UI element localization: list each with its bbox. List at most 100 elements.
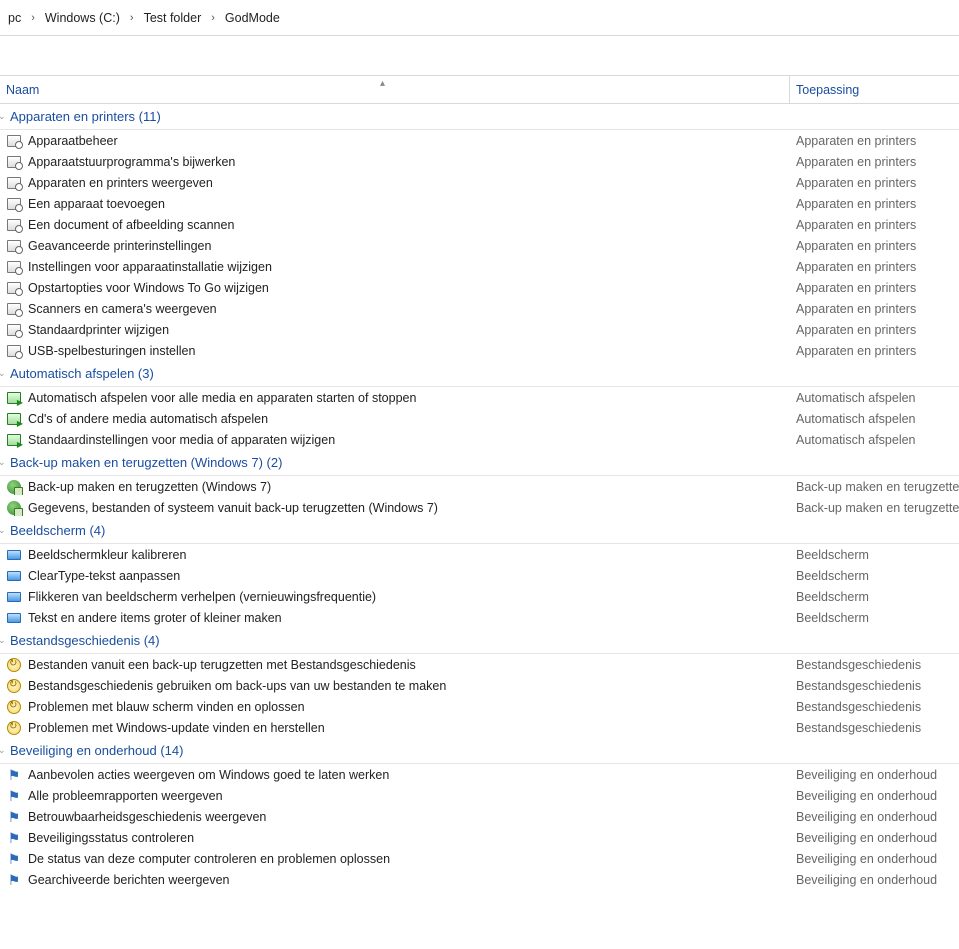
list-item[interactable]: Problemen met blauw scherm vinden en opl… bbox=[0, 696, 959, 717]
list-item[interactable]: Standaardinstellingen voor media of appa… bbox=[0, 429, 959, 450]
breadcrumb-item[interactable]: GodMode bbox=[221, 9, 284, 27]
app-cell: Apparaten en printers bbox=[790, 344, 959, 358]
list-item[interactable]: Cd's of andere media automatisch afspele… bbox=[0, 408, 959, 429]
group-header[interactable]: ⌄Automatisch afspelen (3) bbox=[0, 361, 959, 387]
group-header[interactable]: ⌄Apparaten en printers (11) bbox=[0, 104, 959, 130]
name-cell: Bestanden vanuit een back-up terugzetten… bbox=[0, 657, 790, 673]
list-item[interactable]: Back-up maken en terugzetten (Windows 7)… bbox=[0, 476, 959, 497]
list-item[interactable]: Een apparaat toevoegenApparaten en print… bbox=[0, 193, 959, 214]
device-printer-icon bbox=[6, 343, 22, 359]
name-cell: Bestandsgeschiedenis gebruiken om back-u… bbox=[0, 678, 790, 694]
list-item[interactable]: Gegevens, bestanden of systeem vanuit ba… bbox=[0, 497, 959, 518]
chevron-right-icon: › bbox=[205, 12, 221, 24]
list-item[interactable]: ⚑Betrouwbaarheidsgeschiedenis weergevenB… bbox=[0, 806, 959, 827]
breadcrumb-item[interactable]: Test folder bbox=[140, 9, 206, 27]
list-item[interactable]: Automatisch afspelen voor alle media en … bbox=[0, 387, 959, 408]
app-cell: Beeldscherm bbox=[790, 590, 959, 604]
list-item[interactable]: Tekst en andere items groter of kleiner … bbox=[0, 607, 959, 628]
app-cell: Apparaten en printers bbox=[790, 197, 959, 211]
name-cell: USB-spelbesturingen instellen bbox=[0, 343, 790, 359]
list-item[interactable]: Apparaatstuurprogramma's bijwerkenAppara… bbox=[0, 151, 959, 172]
breadcrumb-item[interactable]: pc bbox=[4, 9, 25, 27]
list-item[interactable]: ⚑Beveiligingsstatus controlerenBeveiligi… bbox=[0, 827, 959, 848]
toolbar-area bbox=[0, 36, 959, 76]
name-cell: Automatisch afspelen voor alle media en … bbox=[0, 390, 790, 406]
autoplay-icon bbox=[6, 390, 22, 406]
column-header-name[interactable]: Naam ▴ bbox=[0, 76, 790, 103]
breadcrumb-item[interactable]: Windows (C:) bbox=[41, 9, 124, 27]
device-printer-icon bbox=[6, 322, 22, 338]
list-item[interactable]: Bestanden vanuit een back-up terugzetten… bbox=[0, 654, 959, 675]
item-name: Cd's of andere media automatisch afspele… bbox=[28, 412, 268, 426]
autoplay-icon bbox=[6, 432, 22, 448]
list-item[interactable]: Flikkeren van beeldscherm verhelpen (ver… bbox=[0, 586, 959, 607]
file-history-icon bbox=[6, 657, 22, 673]
name-cell: Cd's of andere media automatisch afspele… bbox=[0, 411, 790, 427]
list-item[interactable]: ⚑Alle probleemrapporten weergevenBeveili… bbox=[0, 785, 959, 806]
item-name: Opstartopties voor Windows To Go wijzige… bbox=[28, 281, 269, 295]
name-cell: Apparaten en printers weergeven bbox=[0, 175, 790, 191]
list-item[interactable]: Problemen met Windows-update vinden en h… bbox=[0, 717, 959, 738]
app-cell: Beveiliging en onderhoud bbox=[790, 768, 959, 782]
file-history-icon bbox=[6, 678, 22, 694]
flag-icon: ⚑ bbox=[6, 851, 22, 867]
group-title: Automatisch afspelen (3) bbox=[10, 366, 154, 381]
item-name: Automatisch afspelen voor alle media en … bbox=[28, 391, 416, 405]
name-cell: ⚑Gearchiveerde berichten weergeven bbox=[0, 872, 790, 888]
app-cell: Automatisch afspelen bbox=[790, 391, 959, 405]
column-headers: Naam ▴ Toepassing bbox=[0, 76, 959, 104]
list-item[interactable]: ⚑Gearchiveerde berichten weergevenBeveil… bbox=[0, 869, 959, 890]
app-cell: Beveiliging en onderhoud bbox=[790, 831, 959, 845]
list-item[interactable]: Bestandsgeschiedenis gebruiken om back-u… bbox=[0, 675, 959, 696]
group-header[interactable]: ⌄Beveiliging en onderhoud (14) bbox=[0, 738, 959, 764]
app-cell: Automatisch afspelen bbox=[790, 433, 959, 447]
list-item[interactable]: Opstartopties voor Windows To Go wijzige… bbox=[0, 277, 959, 298]
list-item[interactable]: ClearType-tekst aanpassenBeeldscherm bbox=[0, 565, 959, 586]
item-name: Bestandsgeschiedenis gebruiken om back-u… bbox=[28, 679, 446, 693]
name-cell: Apparaatstuurprogramma's bijwerken bbox=[0, 154, 790, 170]
name-cell: Standaardprinter wijzigen bbox=[0, 322, 790, 338]
app-cell: Beveiliging en onderhoud bbox=[790, 852, 959, 866]
item-name: Scanners en camera's weergeven bbox=[28, 302, 217, 316]
list-item[interactable]: ⚑De status van deze computer controleren… bbox=[0, 848, 959, 869]
list-item[interactable]: Een document of afbeelding scannenAppara… bbox=[0, 214, 959, 235]
list-item[interactable]: Beeldschermkleur kalibrerenBeeldscherm bbox=[0, 544, 959, 565]
app-cell: Bestandsgeschiedenis bbox=[790, 658, 959, 672]
device-printer-icon bbox=[6, 238, 22, 254]
backup-icon bbox=[6, 479, 22, 495]
list-item[interactable]: ApparaatbeheerApparaten en printers bbox=[0, 130, 959, 151]
name-cell: Geavanceerde printerinstellingen bbox=[0, 238, 790, 254]
app-cell: Bestandsgeschiedenis bbox=[790, 700, 959, 714]
name-cell: Flikkeren van beeldscherm verhelpen (ver… bbox=[0, 589, 790, 605]
app-cell: Beeldscherm bbox=[790, 611, 959, 625]
app-cell: Apparaten en printers bbox=[790, 281, 959, 295]
name-cell: ⚑Aanbevolen acties weergeven om Windows … bbox=[0, 767, 790, 783]
name-cell: ⚑Beveiligingsstatus controleren bbox=[0, 830, 790, 846]
item-name: Flikkeren van beeldscherm verhelpen (ver… bbox=[28, 590, 376, 604]
group-header[interactable]: ⌄Beeldscherm (4) bbox=[0, 518, 959, 544]
list-item[interactable]: Standaardprinter wijzigenApparaten en pr… bbox=[0, 319, 959, 340]
display-icon bbox=[6, 589, 22, 605]
list-item[interactable]: Geavanceerde printerinstellingenApparate… bbox=[0, 235, 959, 256]
column-header-toepassing[interactable]: Toepassing bbox=[790, 83, 959, 97]
group-header[interactable]: ⌄Bestandsgeschiedenis (4) bbox=[0, 628, 959, 654]
chevron-right-icon: › bbox=[124, 12, 140, 24]
name-cell: ⚑De status van deze computer controleren… bbox=[0, 851, 790, 867]
breadcrumb[interactable]: pc›Windows (C:)›Test folder›GodMode bbox=[0, 0, 959, 36]
item-name: Beeldschermkleur kalibreren bbox=[28, 548, 186, 562]
list-item[interactable]: Apparaten en printers weergevenApparaten… bbox=[0, 172, 959, 193]
group-header[interactable]: ⌄Back-up maken en terugzetten (Windows 7… bbox=[0, 450, 959, 476]
file-history-icon bbox=[6, 720, 22, 736]
item-name: Bestanden vanuit een back-up terugzetten… bbox=[28, 658, 416, 672]
app-cell: Beveiliging en onderhoud bbox=[790, 810, 959, 824]
chevron-down-icon: ⌄ bbox=[0, 111, 8, 122]
name-cell: Back-up maken en terugzetten (Windows 7) bbox=[0, 479, 790, 495]
list-item[interactable]: USB-spelbesturingen instellenApparaten e… bbox=[0, 340, 959, 361]
name-cell: Gegevens, bestanden of systeem vanuit ba… bbox=[0, 500, 790, 516]
name-cell: Scanners en camera's weergeven bbox=[0, 301, 790, 317]
list-item[interactable]: ⚑Aanbevolen acties weergeven om Windows … bbox=[0, 764, 959, 785]
app-cell: Beveiliging en onderhoud bbox=[790, 873, 959, 887]
list-item[interactable]: Scanners en camera's weergevenApparaten … bbox=[0, 298, 959, 319]
display-icon bbox=[6, 547, 22, 563]
list-item[interactable]: Instellingen voor apparaatinstallatie wi… bbox=[0, 256, 959, 277]
